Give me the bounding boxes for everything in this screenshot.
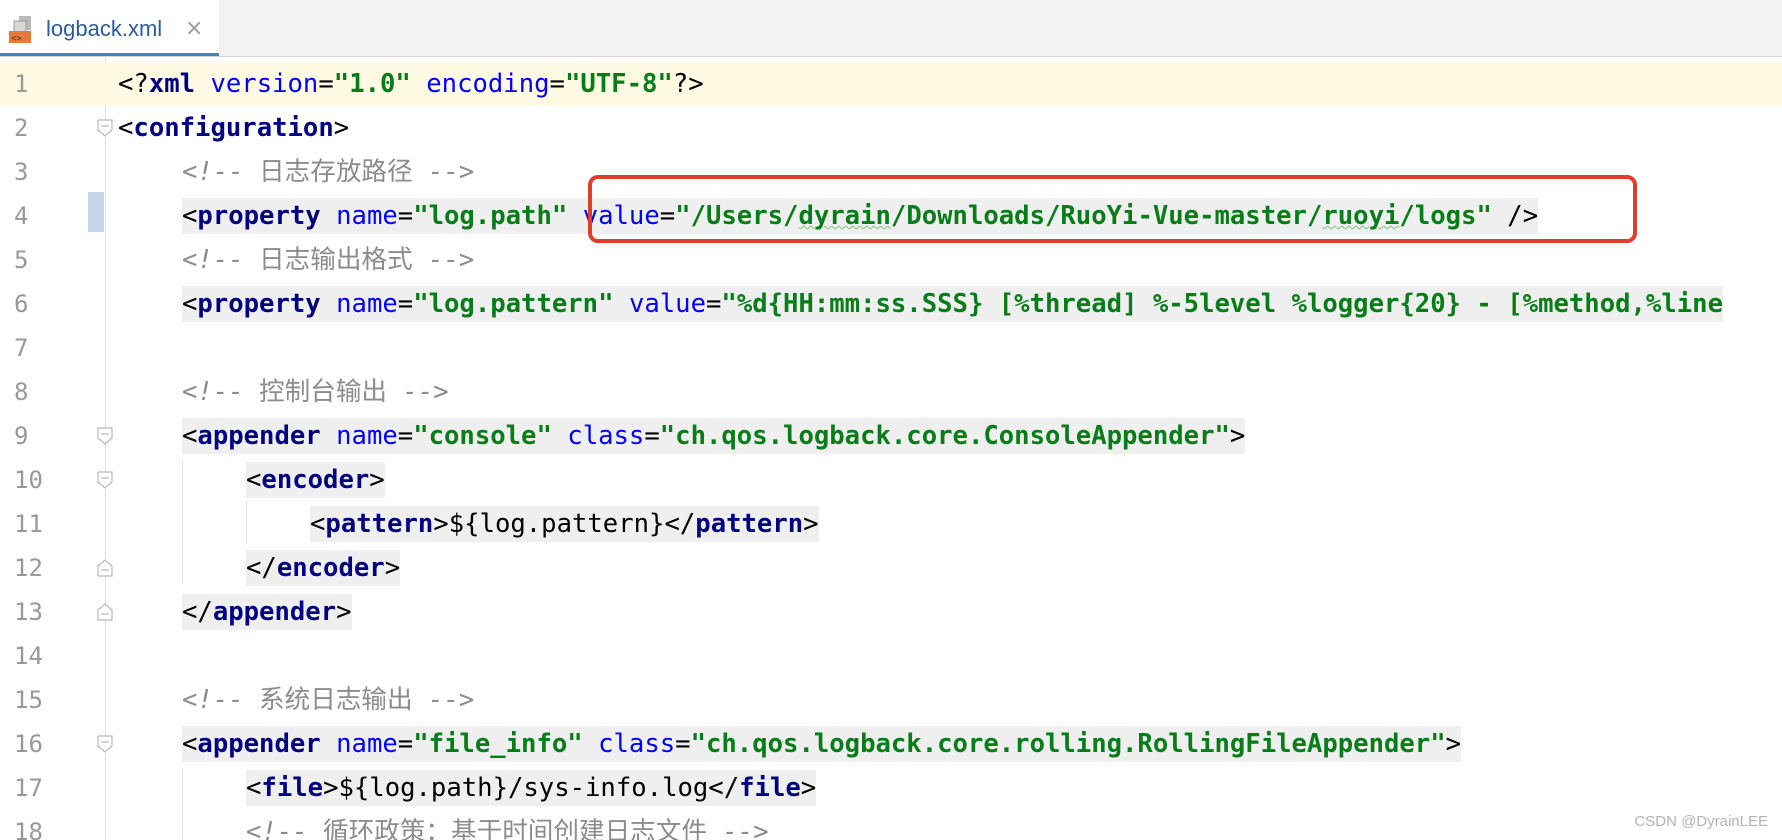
code-text[interactable]: <configuration>: [118, 110, 349, 146]
editor-tab-bar: <> logback.xml ×: [0, 0, 1782, 57]
fold-end-icon[interactable]: [97, 559, 113, 577]
code-comment[interactable]: <!-- 系统日志输出 -->: [182, 682, 474, 718]
code-line: 5 <!-- 日志输出格式 -->: [0, 238, 1782, 282]
code-comment[interactable]: <!-- 日志输出格式 -->: [182, 242, 474, 278]
code-line: 6 <property name="log.pattern" value="%d…: [0, 282, 1782, 326]
line-number: 16: [14, 730, 43, 758]
line-number: 8: [14, 378, 29, 406]
code-text[interactable]: </encoder>: [246, 550, 401, 586]
code-line: 10 <encoder>: [0, 458, 1782, 502]
code-comment[interactable]: <!-- 控制台输出 -->: [182, 374, 449, 410]
line-number: 11: [14, 510, 43, 538]
code-text[interactable]: <encoder>: [246, 462, 385, 498]
code-line: 18 <!-- 循环政策：基于时间创建日志文件 -->: [0, 810, 1782, 840]
line-number: 14: [14, 642, 43, 670]
fold-collapse-icon[interactable]: [97, 471, 113, 489]
line-number: 18: [14, 818, 43, 840]
fold-collapse-icon[interactable]: [97, 735, 113, 753]
line-number: 13: [14, 598, 43, 626]
line-number: 15: [14, 686, 43, 714]
line-number: 3: [14, 158, 29, 186]
line-number: 5: [14, 246, 29, 274]
code-text[interactable]: <?xml version="1.0" encoding="UTF-8"?>: [118, 66, 704, 102]
code-comment[interactable]: <!-- 循环政策：基于时间创建日志文件 -->: [246, 814, 769, 840]
line-number: 1: [14, 70, 29, 98]
code-line: 7: [0, 326, 1782, 370]
code-text[interactable]: <property name="log.pattern" value="%d{H…: [182, 286, 1723, 322]
code-comment[interactable]: <!-- 日志存放路径 -->: [182, 154, 474, 190]
code-text[interactable]: <file>${log.path}/sys-info.log</file>: [246, 770, 817, 806]
code-line: 8 <!-- 控制台输出 -->: [0, 370, 1782, 414]
tab-title: logback.xml: [46, 16, 163, 41]
svg-text:<>: <>: [11, 34, 22, 44]
fold-collapse-icon[interactable]: [97, 119, 113, 137]
line-number: 12: [14, 554, 43, 582]
line-number: 2: [14, 114, 29, 142]
highlight-callout-box: [588, 175, 1637, 243]
code-text[interactable]: <appender name="file_info" class="ch.qos…: [182, 726, 1462, 762]
code-line: 16 <appender name="file_info" class="ch.…: [0, 722, 1782, 766]
line-number: 4: [14, 202, 29, 230]
code-line: 14: [0, 634, 1782, 678]
code-line: 15 <!-- 系统日志输出 -->: [0, 678, 1782, 722]
watermark: CSDN @DyrainLEE: [1634, 813, 1768, 830]
line-number: 7: [14, 334, 29, 362]
code-text[interactable]: </appender>: [182, 594, 352, 630]
code-text[interactable]: <appender name="console" class="ch.qos.l…: [182, 418, 1246, 454]
fold-collapse-icon[interactable]: [97, 427, 113, 445]
code-text[interactable]: <pattern>${log.pattern}</pattern>: [310, 506, 819, 542]
line-number: 10: [14, 466, 43, 494]
tab-logback-xml[interactable]: <> logback.xml ×: [0, 0, 219, 56]
code-line: 13 </appender>: [0, 590, 1782, 634]
code-line: 17 <file>${log.path}/sys-info.log</file>: [0, 766, 1782, 810]
code-line: 12 </encoder>: [0, 546, 1782, 590]
line-number: 17: [14, 774, 43, 802]
code-line: 1 <?xml version="1.0" encoding="UTF-8"?>: [0, 62, 1782, 106]
code-line: 9 <appender name="console" class="ch.qos…: [0, 414, 1782, 458]
code-line: 2 <configuration>: [0, 106, 1782, 150]
tab-close-icon[interactable]: ×: [185, 16, 203, 41]
fold-end-icon[interactable]: [97, 603, 113, 621]
line-number: 6: [14, 290, 29, 318]
xml-file-icon: <>: [9, 16, 31, 44]
code-line: 11 <pattern>${log.pattern}</pattern>: [0, 502, 1782, 546]
line-number: 9: [14, 422, 29, 450]
